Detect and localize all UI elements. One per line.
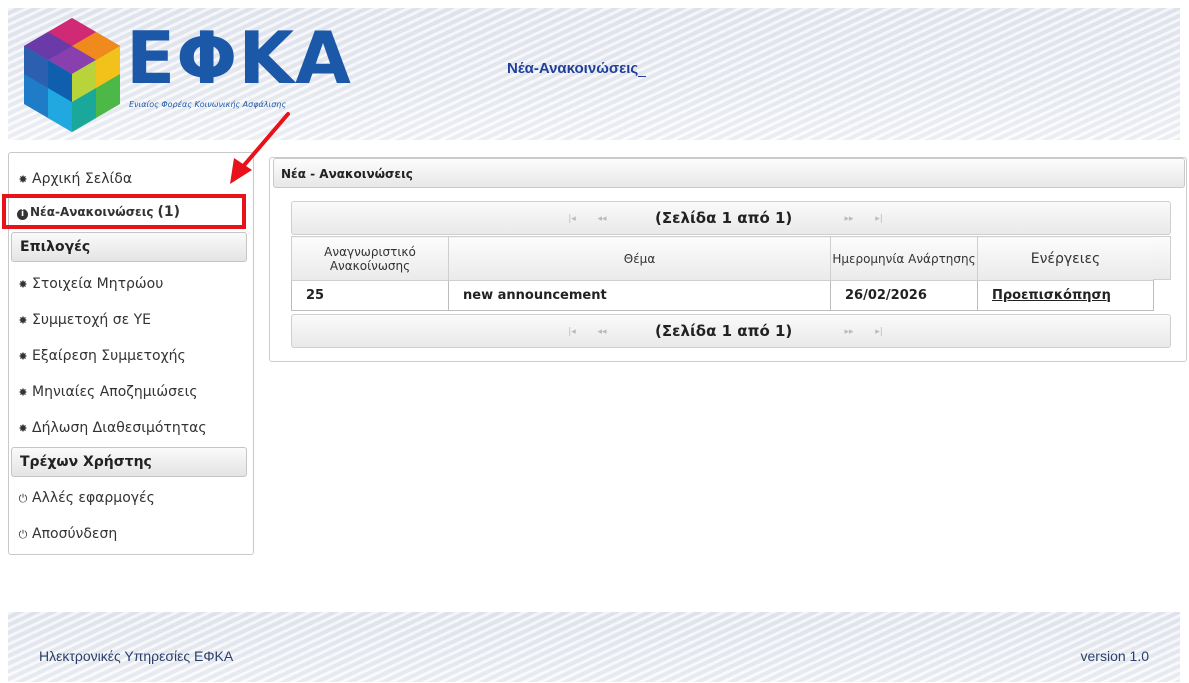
sidebar-item-logout[interactable]: ⏻ Αποσύνδεση: [17, 523, 118, 545]
next-page-icon[interactable]: ▸▸: [838, 211, 860, 227]
sidebar-section-current-user: Τρέχων Χρήστης: [11, 447, 247, 477]
prev-page-icon[interactable]: ◂◂: [591, 324, 613, 340]
gear-icon: ✸: [18, 386, 28, 399]
next-page-icon[interactable]: ▸▸: [838, 324, 860, 340]
page-title: Νέα-Ανακοινώσεις: [507, 60, 647, 77]
gear-icon: ✸: [18, 350, 28, 363]
efka-logo-icon: [24, 18, 120, 132]
panel-title: Νέα - Ανακοινώσεις: [273, 158, 1185, 188]
cell-subject: new announcement: [448, 280, 831, 311]
first-page-icon[interactable]: |◂: [561, 324, 583, 340]
sidebar-item-registry[interactable]: ✸ Στοιχεία Μητρώου: [17, 273, 163, 295]
cell-date: 26/02/2026: [830, 280, 978, 311]
pager-top: |◂ ◂◂ (Σελίδα 1 από 1) ▸▸ ▸|: [291, 201, 1171, 235]
last-page-icon[interactable]: ▸|: [868, 211, 890, 227]
column-header-subject[interactable]: Θέμα: [448, 236, 831, 281]
gear-icon: ✸: [18, 422, 28, 435]
sidebar: ✸ Αρχική Σελίδα i Νέα-Ανακοινώσεις (1) Επιλ…: [8, 152, 254, 555]
power-icon: ⏻: [18, 492, 28, 505]
announcements-count: (1): [157, 204, 181, 220]
prev-page-icon[interactable]: ◂◂: [591, 211, 613, 227]
header-banner: ΕΦΚΑ Ενιαίος Φορέας Κοινωνικής Ασφάλισης…: [8, 8, 1180, 140]
cell-action: Προεπισκόπηση: [977, 280, 1154, 311]
sidebar-item-monthly-compensation[interactable]: ✸ Μηνιαίες Αποζημιώσεις: [17, 381, 197, 403]
sidebar-item-exclusion[interactable]: ✸ Εξαίρεση Συμμετοχής: [17, 345, 185, 367]
sidebar-item-announcements[interactable]: i Νέα-Ανακοινώσεις (1): [17, 201, 180, 223]
column-header-actions[interactable]: Ενέργειες: [977, 236, 1154, 281]
logo-text: ΕΦΚΑ: [126, 16, 352, 100]
cell-id: 25: [291, 280, 449, 311]
column-header-id[interactable]: Αναγνωριστικό Ανακοίνωσης: [291, 236, 449, 281]
info-icon: i: [17, 209, 28, 220]
pager-label: (Σελίδα 1 από 1): [655, 209, 793, 227]
footer: Ηλεκτρονικές Υπηρεσίες ΕΦΚΑ version 1.0: [8, 612, 1180, 682]
sidebar-item-availability[interactable]: ✸ Δήλωση Διαθεσιμότητας: [17, 417, 206, 439]
table-header-scroll-cap: [1153, 236, 1171, 280]
gear-icon: ✸: [18, 173, 28, 186]
sidebar-item-home[interactable]: ✸ Αρχική Σελίδα: [17, 168, 132, 190]
announcements-table: Αναγνωριστικό Ανακοίνωσης Θέμα Ημερομηνί…: [291, 236, 1171, 312]
gear-icon: ✸: [18, 278, 28, 291]
column-header-date[interactable]: Ημερομηνία Ανάρτησης: [830, 236, 978, 281]
first-page-icon[interactable]: |◂: [561, 211, 583, 227]
power-icon: ⏻: [18, 528, 28, 541]
announcements-panel: Νέα - Ανακοινώσεις |◂ ◂◂ (Σελίδα 1 από 1…: [269, 157, 1187, 362]
pager-bottom: |◂ ◂◂ (Σελίδα 1 από 1) ▸▸ ▸|: [291, 314, 1171, 348]
gear-icon: ✸: [18, 314, 28, 327]
pager-label: (Σελίδα 1 από 1): [655, 322, 793, 340]
sidebar-item-other-apps[interactable]: ⏻ Αλλές εφαρμογές: [17, 487, 155, 509]
sidebar-section-options: Επιλογές: [11, 232, 247, 262]
last-page-icon[interactable]: ▸|: [868, 324, 890, 340]
table-row[interactable]: 25 new announcement 26/02/2026 Προεπισκό…: [291, 280, 1154, 311]
preview-link[interactable]: Προεπισκόπηση: [992, 288, 1111, 303]
footer-services-text: Ηλεκτρονικές Υπηρεσίες ΕΦΚΑ: [39, 648, 234, 664]
footer-version: version 1.0: [1080, 648, 1149, 664]
sidebar-item-participation[interactable]: ✸ Συμμετοχή σε ΥΕ: [17, 309, 151, 331]
table-header-row: Αναγνωριστικό Ανακοίνωσης Θέμα Ημερομηνί…: [291, 236, 1154, 281]
